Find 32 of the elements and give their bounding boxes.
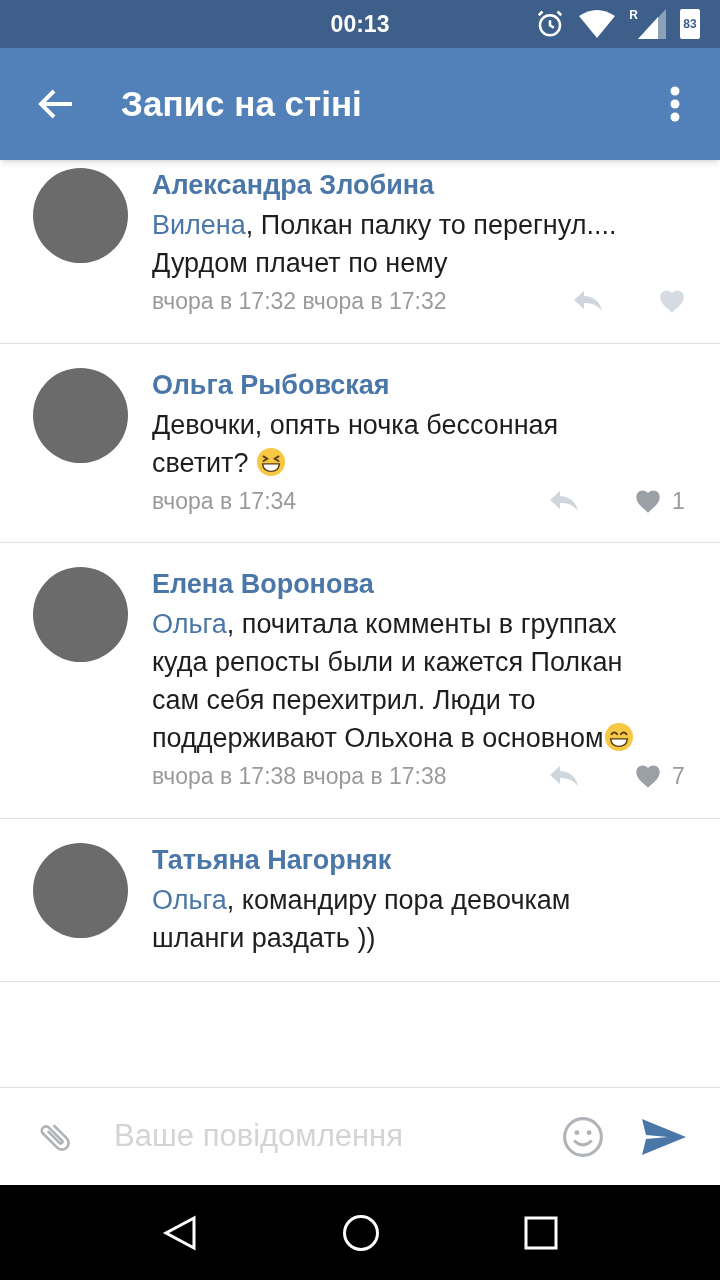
comment-time: вчора в 17:38 вчора в 17:38 xyxy=(152,762,448,791)
home-circle-icon[interactable] xyxy=(342,1213,380,1252)
more-options-icon[interactable] xyxy=(670,86,680,122)
comment-text: Ольга, почитала комменты в группах куда репосты были и кажется Полкан сам себя перехитрил. Люди то поддерживают Ольхона в основном xyxy=(152,605,652,757)
comment-time: вчора в 17:34 xyxy=(152,486,298,516)
back-triangle-icon[interactable] xyxy=(162,1214,198,1251)
back-arrow-icon[interactable] xyxy=(38,88,74,120)
author-name[interactable]: Ольга Рыбовская xyxy=(152,367,686,402)
comment-text: Девочки, опять ночка бессонная светит? xyxy=(152,408,560,480)
comment-text: Ольга, командиру пора девочкам шланги раздать )) xyxy=(152,883,572,955)
like-count: 7 xyxy=(672,762,686,791)
send-icon[interactable] xyxy=(642,1118,686,1155)
screen-title: Запис на стіні xyxy=(121,82,362,125)
emoji-icon xyxy=(603,722,634,752)
battery-icon: 83 xyxy=(680,9,700,39)
status-time: 00:13 xyxy=(330,9,390,39)
mention-link[interactable]: Вилена xyxy=(152,210,246,240)
roaming-label: R xyxy=(629,9,638,21)
emoji-icon xyxy=(256,446,286,477)
signal-icon xyxy=(638,9,666,39)
author-name[interactable]: Елена Воронова xyxy=(152,567,686,601)
recents-square-icon[interactable] xyxy=(524,1215,558,1250)
comment-time: вчора в 17:32 вчора в 17:32 xyxy=(152,287,448,316)
like-count: 1 xyxy=(672,486,686,516)
comment-text: Вилена, Полкан палку то перегнул.... Дурдом плачет по нему xyxy=(152,209,618,280)
author-name[interactable]: Татьяна Нагорняк xyxy=(152,842,686,877)
smiley-icon[interactable] xyxy=(562,1115,604,1158)
mention-link[interactable]: Ольга xyxy=(152,609,227,639)
heart-icon[interactable] xyxy=(634,763,662,790)
mention-link[interactable]: Ольга xyxy=(152,884,227,915)
author-name[interactable]: Александра Злобина xyxy=(152,168,686,202)
wifi-icon xyxy=(579,10,616,38)
